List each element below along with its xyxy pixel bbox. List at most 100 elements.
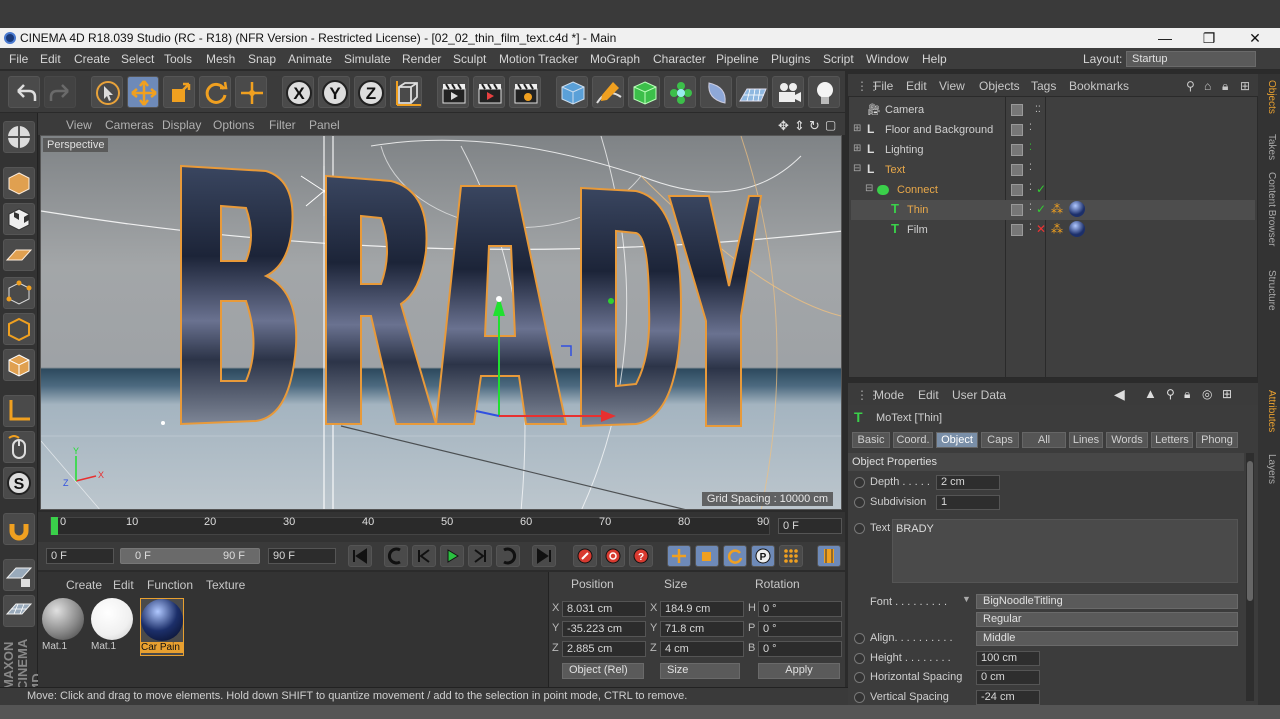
object-row-film[interactable]: T Film ⁚ ✕ ⁂ — [851, 220, 1255, 240]
att-search-icon[interactable]: ⚲ — [1166, 387, 1175, 401]
key-parameter-button[interactable]: P — [751, 545, 775, 567]
tab-phong[interactable]: Phong — [1196, 432, 1238, 448]
menu-edit[interactable]: Edit — [40, 52, 61, 66]
material-tag-icon[interactable] — [1069, 221, 1085, 237]
visibility-toggle[interactable] — [1011, 224, 1023, 236]
om-search-icon[interactable]: ⚲ — [1186, 79, 1195, 93]
visibility-toggle[interactable] — [1011, 104, 1023, 116]
att-menu-mode[interactable]: Mode — [874, 388, 904, 402]
position-z-field[interactable]: 2.885 cm — [562, 641, 646, 657]
camera-button[interactable] — [772, 76, 804, 108]
height-animate-toggle[interactable] — [854, 653, 865, 664]
om-menu-objects[interactable]: Objects — [979, 79, 1020, 93]
play-button[interactable] — [440, 545, 464, 567]
disabled-cross-icon[interactable]: ✕ — [1036, 222, 1046, 236]
collapse-icon[interactable]: ⊟ — [853, 163, 861, 174]
tab-object[interactable]: Object — [936, 432, 978, 448]
viewport-nav-move-icon[interactable]: ✥ — [778, 118, 789, 134]
menu-motion-tracker[interactable]: Motion Tracker — [499, 52, 578, 66]
cube-primitive-button[interactable] — [556, 76, 588, 108]
material-menu-function[interactable]: Function — [147, 578, 193, 592]
current-frame-marker[interactable] — [51, 517, 58, 535]
font-expand-icon[interactable]: ▼ — [962, 594, 971, 604]
material-swatch-car-paint[interactable]: Car Pain — [140, 598, 184, 656]
preview-end-field[interactable]: 90 F — [268, 548, 336, 564]
menu-plugins[interactable]: Plugins — [771, 52, 810, 66]
live-selection-button[interactable] — [91, 76, 123, 108]
next-keyframe-button[interactable] — [496, 545, 520, 567]
preview-range-slider[interactable]: 0 F 90 F — [120, 548, 260, 564]
layer-dots[interactable]: ⁚ — [1029, 142, 1032, 153]
tab-words[interactable]: Words — [1106, 432, 1148, 448]
layer-dots[interactable]: ⁚ — [1029, 182, 1032, 193]
preview-start-field[interactable]: 0 F — [46, 548, 114, 564]
position-x-field[interactable]: 8.031 cm — [562, 601, 646, 617]
menu-sculpt[interactable]: Sculpt — [453, 52, 486, 66]
object-row-camera[interactable]: 🎥︎ Camera ⁚⁚ — [851, 100, 1255, 120]
tab-caps[interactable]: Caps — [981, 432, 1019, 448]
coordinate-mode-select[interactable]: Object (Rel) — [562, 663, 644, 679]
viewport-menu-panel[interactable]: Panel — [309, 118, 340, 132]
menu-file[interactable]: File — [9, 52, 28, 66]
key-rotation-button[interactable] — [723, 545, 747, 567]
workplane-mode-button[interactable] — [3, 239, 35, 271]
om-lock-icon[interactable]: 🔒︎ — [1222, 79, 1228, 94]
lock-workplane-button[interactable] — [3, 559, 35, 591]
horizontal-spacing-field[interactable]: 0 cm — [976, 670, 1040, 685]
menu-animate[interactable]: Animate — [288, 52, 332, 66]
hspacing-animate-toggle[interactable] — [854, 672, 865, 683]
axis-mode-button[interactable] — [3, 395, 35, 427]
side-tab-attributes[interactable]: Attributes — [1261, 390, 1277, 432]
om-add-icon[interactable]: ⊞ — [1240, 79, 1250, 93]
rotation-h-field[interactable]: 0 ° — [758, 601, 842, 617]
om-home-icon[interactable]: ⌂ — [1204, 79, 1211, 93]
layout-select[interactable]: Startup — [1126, 51, 1256, 67]
text-animate-toggle[interactable] — [854, 523, 865, 534]
material-swatch-mat1-white[interactable]: Mat.1 — [91, 598, 135, 656]
menu-render[interactable]: Render — [402, 52, 441, 66]
keyframe-selection-button[interactable]: ? — [629, 545, 653, 567]
enabled-check-icon[interactable]: ✓ — [1036, 202, 1046, 216]
timeline-track[interactable] — [50, 517, 770, 535]
timeline-window-button[interactable] — [817, 545, 841, 567]
close-button[interactable]: ✕ — [1232, 28, 1278, 48]
om-menu-tags[interactable]: Tags — [1031, 79, 1056, 93]
selection-tag-icon[interactable]: ⁂ — [1051, 222, 1063, 236]
om-menu-edit[interactable]: Edit — [906, 79, 927, 93]
menu-window[interactable]: Window — [866, 52, 909, 66]
viewport-menu-view[interactable]: View — [66, 118, 92, 132]
tab-basic[interactable]: Basic — [852, 432, 890, 448]
polygons-mode-button[interactable] — [3, 349, 35, 381]
x-axis-button[interactable]: X — [282, 76, 314, 108]
magnet-button[interactable] — [3, 513, 35, 545]
layer-dots[interactable]: ⁚ — [1029, 222, 1032, 233]
rotate-tool-button[interactable] — [199, 76, 231, 108]
back-arrow-icon[interactable]: ◀ — [1114, 386, 1125, 403]
tweak-mode-button[interactable] — [3, 431, 35, 463]
recent-tool-button[interactable] — [235, 76, 267, 108]
menu-create[interactable]: Create — [74, 52, 110, 66]
side-tab-layers[interactable]: Layers — [1261, 454, 1277, 484]
om-menu-file[interactable]: File — [874, 79, 893, 93]
maximize-button[interactable]: ❐ — [1186, 28, 1232, 48]
collapse-icon[interactable]: ⊟ — [865, 183, 873, 194]
side-tab-content-browser[interactable]: Content Browser — [1261, 172, 1277, 246]
go-to-end-button[interactable] — [532, 545, 556, 567]
points-mode-button[interactable] — [3, 277, 35, 309]
current-frame-field[interactable]: 0 F — [778, 518, 842, 534]
visibility-toggle[interactable] — [1011, 164, 1023, 176]
render-to-picture-viewer-button[interactable] — [473, 76, 505, 108]
visibility-toggle[interactable] — [1011, 204, 1023, 216]
viewport-nav-dolly-icon[interactable]: ⇕ — [794, 118, 805, 134]
position-y-field[interactable]: -35.223 cm — [562, 621, 646, 637]
viewport-menu-cameras[interactable]: Cameras — [105, 118, 154, 132]
snap-button[interactable]: S — [3, 467, 35, 499]
selection-tag-icon[interactable]: ⁂ — [1051, 202, 1063, 216]
viewport-nav-rotate-icon[interactable]: ↻ — [809, 118, 820, 134]
att-menu-user-data[interactable]: User Data — [952, 388, 1006, 402]
deformer-button[interactable] — [700, 76, 732, 108]
viewport-menu-display[interactable]: Display — [162, 118, 201, 132]
previous-keyframe-button[interactable] — [384, 545, 408, 567]
depth-field[interactable]: 2 cm — [936, 475, 1000, 490]
tab-lines[interactable]: Lines — [1069, 432, 1103, 448]
